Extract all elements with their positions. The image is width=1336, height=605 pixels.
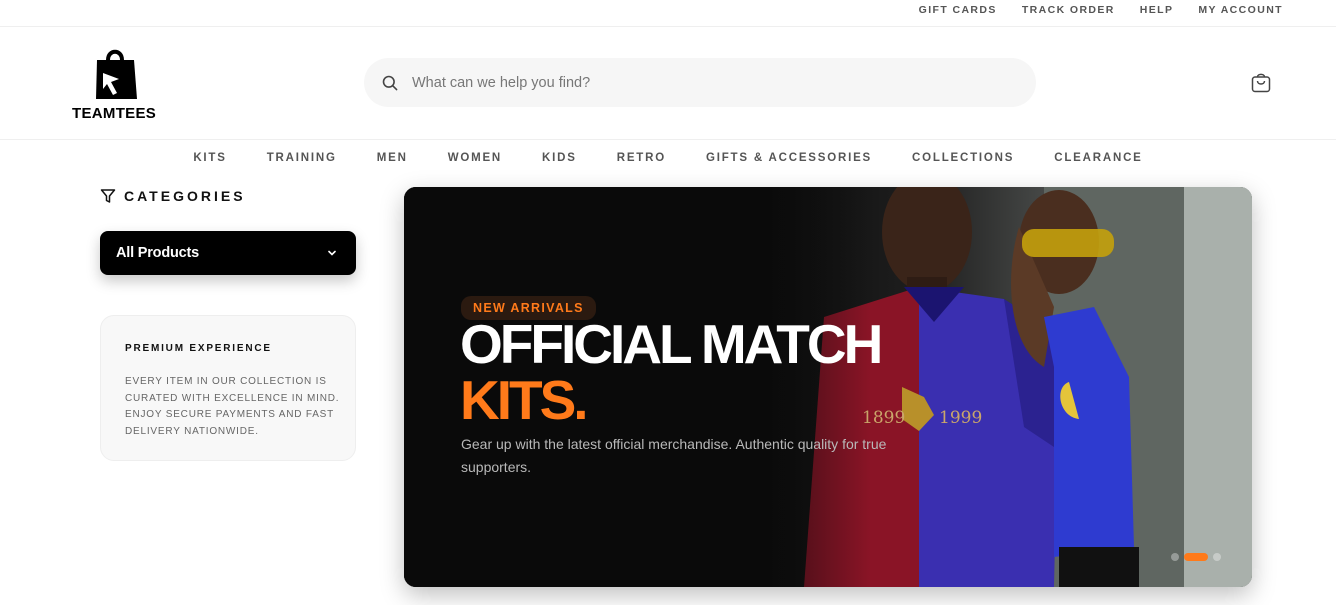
nav-retro[interactable]: RETRO: [617, 152, 666, 164]
main-nav: KITS TRAINING MEN WOMEN KIDS RETRO GIFTS…: [0, 152, 1336, 164]
search-icon[interactable]: [382, 75, 398, 91]
brand-name: TEAMTEES: [72, 105, 157, 122]
my-account-link[interactable]: MY ACCOUNT: [1198, 4, 1283, 16]
brand-logo[interactable]: TEAMTEES: [70, 43, 160, 123]
hero-subtitle: Gear up with the latest official merchan…: [461, 436, 887, 475]
nav-clearance[interactable]: CLEARANCE: [1054, 152, 1142, 164]
search-bar: [364, 58, 1036, 107]
carousel-indicators: [1171, 553, 1221, 561]
hero-title-line1: OFFICIAL MATCH: [460, 313, 883, 375]
premium-experience-card: PREMIUM EXPERIENCE Every item in our col…: [100, 315, 356, 461]
hero-banner[interactable]: 1899 1999 NEW ARRIVALS OFFICIAL MATCH KI…: [404, 187, 1252, 587]
carousel-dot-3[interactable]: [1213, 553, 1221, 561]
carousel-dot-2[interactable]: [1184, 553, 1208, 561]
site-header: TEAMTEES: [0, 27, 1336, 140]
shopping-bag-logo-icon: [96, 49, 137, 99]
carousel-dot-1[interactable]: [1171, 553, 1179, 561]
nav-kits[interactable]: KITS: [193, 152, 226, 164]
nav-training[interactable]: TRAINING: [267, 152, 337, 164]
nav-men[interactable]: MEN: [377, 152, 408, 164]
dropdown-selected-value: All Products: [116, 245, 199, 261]
track-order-link[interactable]: TRACK ORDER: [1022, 4, 1115, 16]
filter-icon: [100, 189, 116, 203]
nav-gifts-accessories[interactable]: GIFTS & ACCESSORIES: [706, 152, 872, 164]
top-utility-bar: GIFT CARDS TRACK ORDER HELP MY ACCOUNT: [0, 0, 1336, 27]
utility-links: GIFT CARDS TRACK ORDER HELP MY ACCOUNT: [919, 4, 1283, 16]
categories-heading: CATEGORIES: [100, 188, 246, 204]
nav-collections[interactable]: COLLECTIONS: [912, 152, 1014, 164]
search-input[interactable]: [412, 58, 1012, 107]
gift-cards-link[interactable]: GIFT CARDS: [919, 4, 997, 16]
promo-title: PREMIUM EXPERIENCE: [125, 343, 272, 354]
category-dropdown[interactable]: All Products: [100, 231, 356, 275]
hero-title-line2: KITS.: [460, 369, 589, 431]
nav-kids[interactable]: KIDS: [542, 152, 577, 164]
categories-title: CATEGORIES: [124, 188, 246, 204]
chevron-down-icon: [328, 250, 336, 256]
nav-women[interactable]: WOMEN: [448, 152, 502, 164]
help-link[interactable]: HELP: [1140, 4, 1174, 16]
cart-icon[interactable]: [1251, 72, 1271, 93]
promo-text: Every item in our collection is curated …: [125, 376, 340, 437]
